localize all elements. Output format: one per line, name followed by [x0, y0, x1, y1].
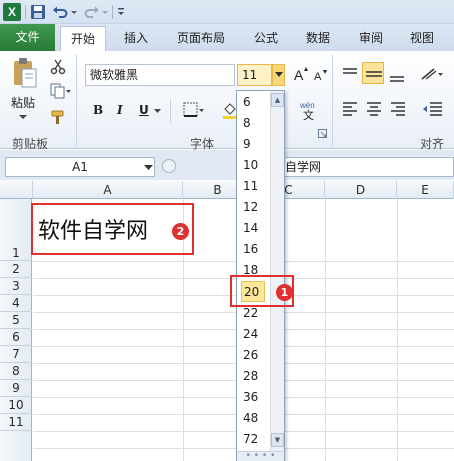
tab-data[interactable]: 数据: [296, 26, 340, 51]
excel-logo-icon: X: [3, 3, 21, 21]
quick-access-toolbar: X: [0, 0, 454, 24]
paste-button-label[interactable]: 粘贴: [11, 94, 35, 111]
toolbar-divider: [25, 5, 26, 19]
name-box-dropdown-icon[interactable]: [144, 164, 153, 171]
undo-dropdown-icon[interactable]: [70, 4, 78, 20]
group-divider: [76, 55, 77, 147]
ribbon-home: 粘贴 剪贴板 微软雅黑 11 A A B I U 字体 wén 文 对齐: [0, 51, 454, 168]
font-size-scrollbar[interactable]: ▲ ▼: [270, 91, 284, 451]
row-headers: 1 2 3 4 5 6 7 8 9 10 11: [0, 199, 32, 461]
font-size-option[interactable]: 11: [243, 176, 269, 197]
tab-page-layout[interactable]: 页面布局: [168, 26, 234, 51]
underline-button[interactable]: U: [139, 103, 149, 117]
font-size-option[interactable]: 28: [243, 366, 269, 387]
align-left-icon[interactable]: [342, 101, 358, 117]
decrease-font-size-icon[interactable]: A: [313, 67, 329, 83]
font-size-option[interactable]: 48: [243, 408, 269, 429]
bold-button[interactable]: B: [93, 103, 103, 117]
align-center-icon[interactable]: [366, 101, 382, 117]
row-header[interactable]: 6: [0, 329, 32, 346]
annotation-badge-2: 2: [172, 223, 189, 240]
font-size-option[interactable]: 16: [243, 239, 269, 260]
formula-bar: A1 自学网 fx: [0, 150, 454, 180]
customize-toolbar-icon[interactable]: [116, 4, 126, 20]
row-header[interactable]: 9: [0, 380, 32, 397]
align-right-icon[interactable]: [390, 101, 406, 117]
italic-button[interactable]: I: [117, 103, 123, 117]
font-size-option[interactable]: 9: [243, 134, 269, 155]
name-box[interactable]: A1: [5, 157, 155, 177]
column-header[interactable]: A: [33, 181, 183, 199]
svg-text:A: A: [314, 71, 322, 83]
font-name-combo[interactable]: 微软雅黑: [85, 64, 235, 86]
underline-dropdown-icon[interactable]: [153, 107, 162, 115]
svg-text:文: 文: [303, 108, 314, 121]
font-size-list: 6 8 9 10 11 12 14 16 18 20 22 24 26 28 3…: [237, 91, 270, 451]
annotation-badge-1: 1: [276, 284, 293, 301]
redo-icon[interactable]: [84, 4, 100, 20]
font-size-dropdown-button[interactable]: [272, 64, 285, 86]
save-icon[interactable]: [30, 4, 46, 20]
paste-icon[interactable]: [12, 57, 38, 89]
grid-line: [397, 199, 398, 461]
increase-font-size-icon[interactable]: A: [293, 65, 309, 83]
align-middle-icon: [366, 71, 382, 77]
svg-text:A: A: [294, 67, 304, 83]
column-header[interactable]: E: [397, 181, 454, 199]
undo-icon[interactable]: [52, 4, 68, 20]
row-header[interactable]: 5: [0, 312, 32, 329]
font-size-option[interactable]: 14: [243, 218, 269, 239]
tab-insert[interactable]: 插入: [112, 26, 160, 51]
font-size-option[interactable]: 12: [243, 197, 269, 218]
align-middle-button[interactable]: [362, 62, 384, 84]
annotation-frame-cell: [31, 203, 194, 255]
tab-home[interactable]: 开始: [60, 26, 106, 51]
row-header[interactable]: 1: [0, 199, 32, 261]
font-dialog-launcher-icon[interactable]: [318, 129, 328, 139]
redo-dropdown-icon[interactable]: [101, 4, 109, 20]
paste-dropdown-icon[interactable]: [18, 113, 28, 121]
row-header[interactable]: 3: [0, 278, 32, 295]
font-size-option[interactable]: 72: [243, 429, 269, 450]
grid-line: [325, 199, 326, 461]
font-size-combo[interactable]: 11: [237, 64, 272, 86]
row-header[interactable]: 7: [0, 346, 32, 363]
tab-review[interactable]: 审阅: [349, 26, 393, 51]
column-headers: A B C D E: [0, 181, 454, 199]
copy-icon[interactable]: [50, 83, 72, 99]
column-header[interactable]: D: [325, 181, 397, 199]
group-divider: [332, 55, 333, 147]
row-header[interactable]: 4: [0, 295, 32, 312]
cut-icon[interactable]: [50, 59, 66, 75]
scroll-down-icon[interactable]: ▼: [271, 433, 284, 447]
font-size-option[interactable]: 10: [243, 155, 269, 176]
toolbar-divider: [112, 5, 113, 19]
borders-icon[interactable]: [183, 102, 205, 118]
row-header[interactable]: 10: [0, 397, 32, 414]
tab-formulas[interactable]: 公式: [244, 26, 288, 51]
font-size-option[interactable]: 36: [243, 387, 269, 408]
format-painter-icon[interactable]: [50, 109, 66, 125]
ribbon-tabs: 文件 开始 插入 页面布局 公式 数据 审阅 视图: [0, 24, 454, 51]
formula-bar-splitter[interactable]: [162, 159, 176, 173]
font-size-option[interactable]: 8: [243, 113, 269, 134]
scroll-up-icon[interactable]: ▲: [271, 93, 284, 107]
orientation-icon[interactable]: [420, 65, 444, 83]
chevron-down-icon: [275, 72, 283, 77]
font-size-option[interactable]: 26: [243, 345, 269, 366]
row-header[interactable]: 8: [0, 363, 32, 380]
phonetic-guide-icon[interactable]: wén 文: [298, 99, 326, 121]
align-bottom-icon[interactable]: [389, 71, 405, 85]
font-size-option[interactable]: 24: [243, 324, 269, 345]
resize-grip-icon[interactable]: • • • •: [237, 451, 284, 461]
font-size-option[interactable]: 6: [243, 92, 269, 113]
row-header[interactable]: 2: [0, 261, 32, 278]
align-top-icon[interactable]: [342, 67, 358, 81]
select-all-corner[interactable]: [0, 181, 33, 199]
tab-view[interactable]: 视图: [402, 26, 442, 51]
decrease-indent-icon[interactable]: [422, 101, 442, 117]
tab-file[interactable]: 文件: [0, 24, 55, 51]
row-header[interactable]: 11: [0, 414, 32, 431]
group-divider: [170, 99, 171, 123]
